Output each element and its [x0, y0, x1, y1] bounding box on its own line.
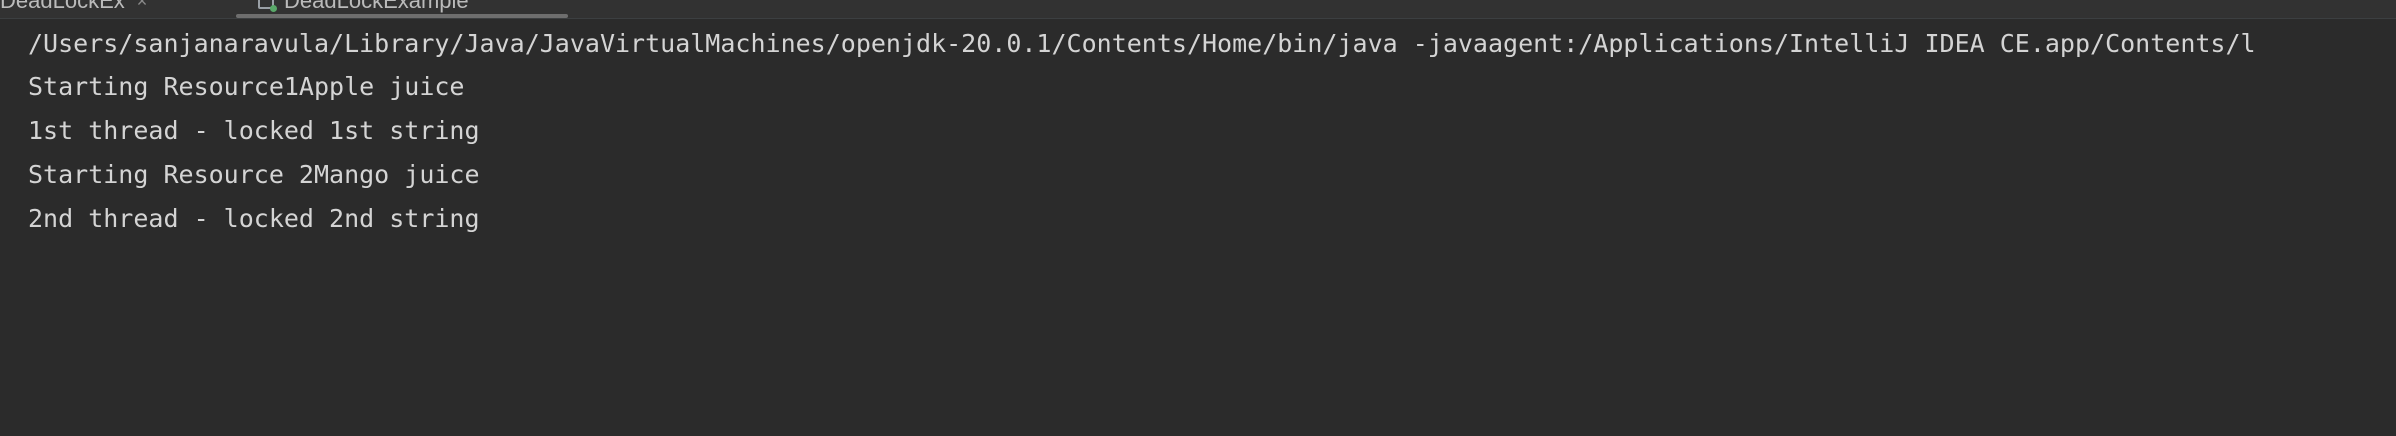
- run-config-icon: [258, 0, 277, 12]
- run-tab-label: DeadLockExample: [284, 0, 469, 13]
- console-line: Starting Resource1Apple juice: [28, 72, 465, 101]
- console-line: Starting Resource 2Mango juice: [28, 160, 480, 189]
- close-icon[interactable]: ×: [137, 0, 148, 12]
- run-tab-strip: DeadLockEx × DeadLockExample: [0, 0, 2396, 19]
- active-tab-indicator: [236, 14, 568, 18]
- run-tab-deadlockex[interactable]: DeadLockEx ×: [0, 0, 147, 16]
- running-indicator-icon: [270, 5, 277, 12]
- run-tab-label: DeadLockEx: [0, 0, 125, 13]
- run-tool-window: DeadLockEx × DeadLockExample /Users/sanj…: [0, 0, 2396, 436]
- console-line: 2nd thread - locked 2nd string: [28, 204, 480, 233]
- console-line: /Users/sanjanaravula/Library/Java/JavaVi…: [28, 29, 2256, 58]
- console-line: 1st thread - locked 1st string: [28, 116, 480, 145]
- console-output[interactable]: /Users/sanjanaravula/Library/Java/JavaVi…: [0, 19, 2396, 436]
